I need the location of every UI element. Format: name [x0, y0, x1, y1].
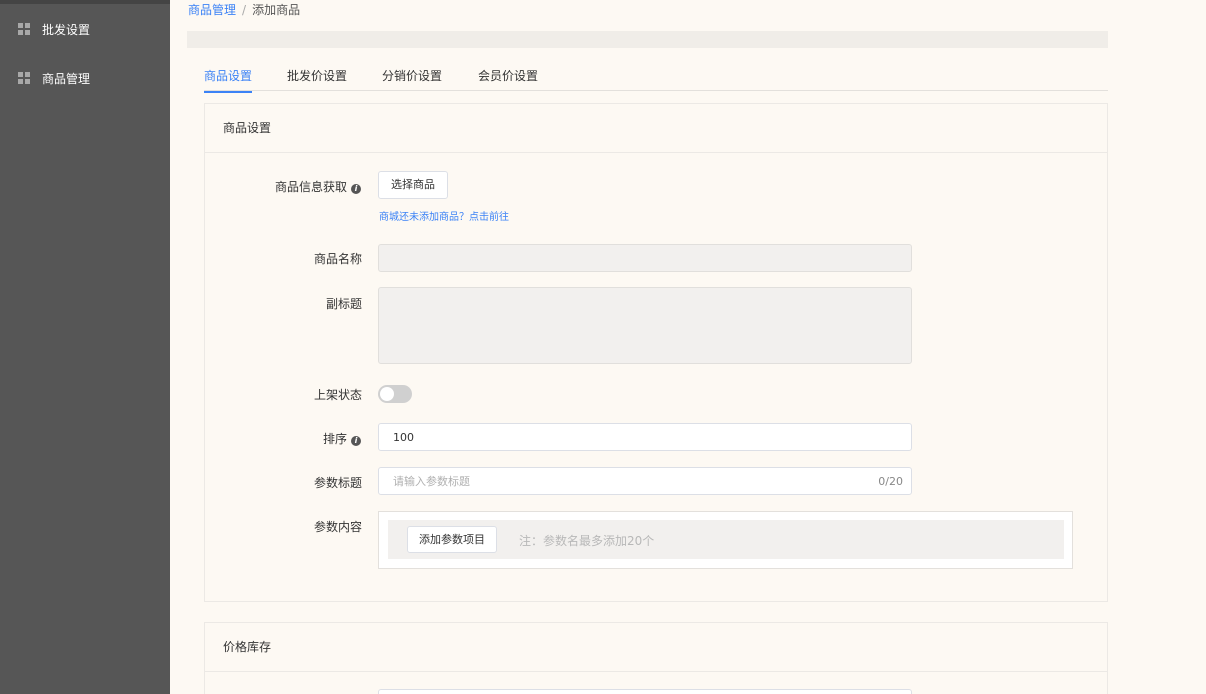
goods-name-input[interactable]: [378, 244, 912, 272]
sidebar: 批发设置 商品管理: [0, 0, 170, 694]
toggle-knob: [380, 387, 394, 401]
goods-fetch-label-text: 商品信息获取: [274, 180, 347, 194]
info-icon[interactable]: i: [351, 184, 361, 194]
grid-icon: [18, 23, 30, 35]
tab-distribution-price[interactable]: 分销价设置: [382, 67, 442, 91]
listing-status-label: 上架状态: [313, 388, 362, 402]
add-param-item-button[interactable]: 添加参数项目: [407, 526, 497, 553]
select-goods-button[interactable]: 选择商品: [378, 171, 448, 199]
sidebar-item-wholesale-settings[interactable]: 批发设置: [0, 17, 170, 41]
tab-wholesale-price[interactable]: 批发价设置: [287, 67, 347, 91]
header-band: [187, 31, 1108, 48]
tab-goods-settings[interactable]: 商品设置: [204, 67, 253, 93]
info-icon[interactable]: i: [351, 436, 361, 446]
param-title-label: 参数标题: [313, 476, 362, 490]
sort-input[interactable]: 100: [378, 423, 912, 451]
breadcrumb-current: 添加商品: [252, 3, 301, 17]
subtitle-label: 副标题: [325, 297, 362, 311]
param-limit-note: 注：参数名最多添加20个: [519, 534, 655, 548]
sort-label-text: 排序: [322, 432, 347, 446]
tab-bar: 商品设置 批发价设置 分销价设置 会员价设置: [204, 64, 1108, 93]
param-content-box: 添加参数项目 注：参数名最多添加20个: [378, 511, 1073, 569]
param-toolbar: 添加参数项目 注：参数名最多添加20个: [388, 520, 1064, 559]
param-title-input[interactable]: 请输入参数标题 0/20: [378, 467, 912, 495]
sidebar-item-goods-management[interactable]: 商品管理: [0, 66, 170, 90]
grid-icon: [18, 72, 30, 84]
param-content-label: 参数内容: [313, 520, 362, 534]
breadcrumb: 商品管理 / 添加商品: [188, 1, 300, 18]
sort-label: 排序 i: [323, 430, 361, 447]
card-title: 价格库存: [205, 623, 1107, 672]
breadcrumb-parent-link[interactable]: 商品管理: [188, 3, 236, 17]
sidebar-item-label: 批发设置: [42, 23, 91, 37]
param-title-placeholder: 请输入参数标题: [393, 475, 470, 488]
goods-name-label: 商品名称: [313, 252, 362, 266]
subtitle-textarea[interactable]: [378, 287, 912, 364]
listing-status-toggle[interactable]: [378, 385, 412, 403]
card-title: 商品设置: [205, 104, 1107, 153]
char-counter: 0/20: [878, 475, 903, 488]
sidebar-item-label: 商品管理: [42, 72, 91, 86]
goods-fetch-label: 商品信息获取 i: [275, 178, 361, 195]
breadcrumb-separator: /: [242, 3, 247, 17]
price-stock-card: 价格库存: [204, 622, 1108, 694]
price-input[interactable]: [378, 689, 912, 694]
tab-member-price[interactable]: 会员价设置: [478, 67, 538, 91]
sidebar-top-bar: [0, 0, 170, 4]
add-goods-link[interactable]: 商城还未添加商品？点击前往: [379, 208, 509, 223]
